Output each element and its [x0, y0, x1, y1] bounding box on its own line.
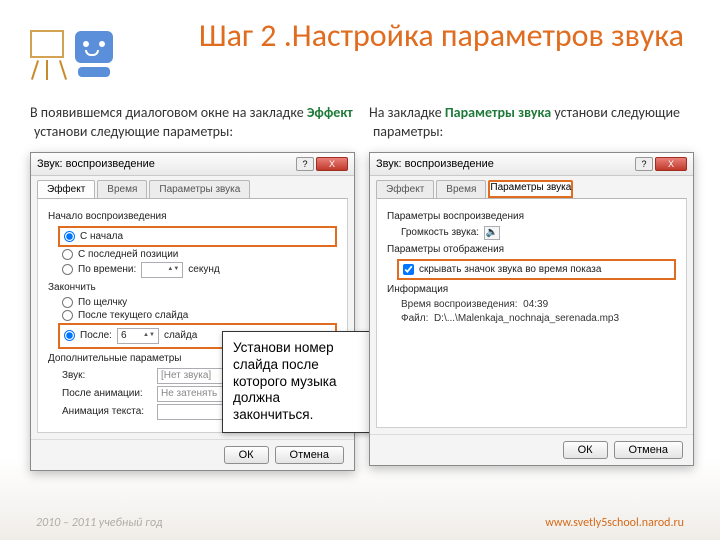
tab-time[interactable]: Время [97, 180, 147, 198]
dialog-effect: Звук: воспроизведение ? X Эффект Время П… [30, 152, 355, 471]
group-info: Информация [387, 284, 676, 295]
time-spinner[interactable]: ▲▼ [141, 262, 183, 278]
ok-button[interactable]: ОК [224, 446, 269, 464]
computer-icon [72, 27, 116, 79]
dialog2-titlebar: Звук: воспроизведение ? X [370, 153, 693, 176]
callout-note: Установи номер слайда после которого муз… [222, 331, 372, 433]
group-playparams: Параметры воспроизведения [387, 211, 676, 222]
info-file: Файл: D:\...\Malenkaja_nochnaja_serenada… [401, 313, 676, 324]
highlight-hideicon: скрывать значок звука во время показа [397, 259, 676, 280]
footer-year: 2010 – 2011 учебный год [36, 516, 162, 530]
rb-by-time[interactable] [62, 264, 73, 275]
dialog-titlebar: Звук: воспроизведение ? X [31, 153, 354, 176]
rb-from-start[interactable] [64, 231, 75, 242]
dialog-title: Звук: воспроизведение [37, 158, 155, 170]
tab-effect[interactable]: Эффект [37, 180, 95, 198]
right-instruction: На закладке Параметры звука установи сле… [369, 104, 694, 142]
help-button[interactable]: ? [296, 157, 314, 171]
slide-clipart [30, 18, 120, 88]
rb-on-click[interactable] [62, 297, 73, 308]
help-button-2[interactable]: ? [635, 157, 653, 171]
keyword-soundparams: Параметры звука [445, 104, 551, 121]
cancel-button[interactable]: Отмена [275, 446, 344, 464]
tab2-time[interactable]: Время [436, 180, 486, 198]
dialog-soundparams: Звук: воспроизведение ? X Эффект Время П… [369, 152, 694, 466]
volume-icon[interactable]: 🔈 [484, 226, 500, 240]
cancel-button-2[interactable]: Отмена [614, 441, 683, 459]
rb-after-n[interactable] [64, 330, 75, 341]
left-instruction: В появившемся диалоговом окне на закладк… [30, 104, 355, 142]
close-button[interactable]: X [316, 157, 348, 171]
tab2-effect[interactable]: Эффект [376, 180, 434, 198]
easel-icon [30, 28, 68, 78]
ok-button-2[interactable]: ОК [563, 441, 608, 459]
close-button-2[interactable]: X [655, 157, 687, 171]
slide-title: Шаг 2 .Настройка параметров звука [120, 18, 690, 55]
info-duration: Время воспроизведения: 04:39 [401, 299, 676, 310]
keyword-effect: Эффект [307, 104, 353, 121]
rb-after-current[interactable] [62, 310, 73, 321]
footer: 2010 – 2011 учебный год www.svetly5schoo… [0, 516, 720, 530]
dialog2-title: Звук: воспроизведение [376, 158, 494, 170]
group-start: Начало воспроизведения [48, 211, 337, 222]
highlight-start: С начала [58, 226, 337, 247]
rb-last-pos[interactable] [62, 249, 73, 260]
tab-soundparams[interactable]: Параметры звука [149, 180, 250, 198]
tab2-soundparams[interactable]: Параметры звука [488, 180, 573, 198]
tabstrip: Эффект Время Параметры звука [31, 176, 354, 198]
cb-hide-icon[interactable] [403, 264, 414, 275]
after-spinner[interactable]: 6▲▼ [117, 328, 159, 344]
group-end: Закончить [48, 282, 337, 293]
tabstrip-2: Эффект Время Параметры звука [370, 176, 693, 198]
group-dispparams: Параметры отображения [387, 244, 676, 255]
footer-link[interactable]: www.svetly5school.narod.ru [545, 516, 684, 530]
